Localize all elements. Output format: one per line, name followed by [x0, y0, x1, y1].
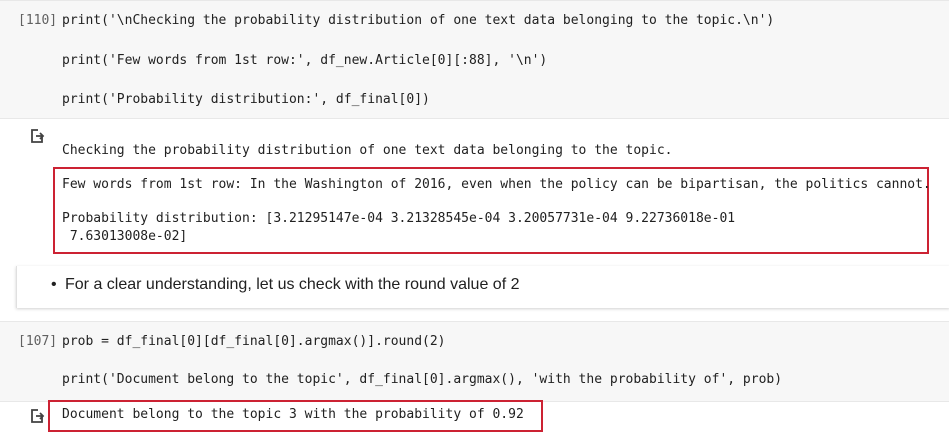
execution-count: [110] [18, 13, 58, 28]
code-line-1[interactable]: print('\nChecking the probability distri… [62, 13, 774, 28]
bullet-point: • [51, 276, 57, 293]
output-line-probability-cont: 7.63013008e-02] [62, 229, 188, 244]
output-line-probability: Probability distribution: [3.21295147e-0… [62, 211, 736, 226]
code-line-3[interactable]: print('Probability distribution:', df_fi… [62, 92, 430, 107]
markdown-cell[interactable]: • For a clear understanding, let us chec… [16, 266, 949, 308]
markdown-text: For a clear understanding, let us check … [65, 276, 520, 293]
code-line-2[interactable]: print('Few words from 1st row:', df_new.… [62, 53, 547, 68]
output-line-few-words: Few words from 1st row: In the Washingto… [62, 177, 931, 192]
execution-count: [107] [18, 334, 58, 349]
code-cell-110[interactable]: [110] print('\nChecking the probability … [0, 0, 949, 119]
code-line-2[interactable]: print('Document belong to the topic', df… [62, 372, 782, 387]
code-cell-107[interactable]: [107] prob = df_final[0][df_final[0].arg… [0, 321, 949, 402]
output-redirect-icon [31, 129, 45, 143]
output-line-result: Document belong to the topic 3 with the … [62, 407, 524, 422]
output-redirect-icon [31, 409, 45, 423]
code-line-1[interactable]: prob = df_final[0][df_final[0].argmax()]… [62, 334, 446, 349]
output-line-checking: Checking the probability distribution of… [62, 143, 673, 158]
